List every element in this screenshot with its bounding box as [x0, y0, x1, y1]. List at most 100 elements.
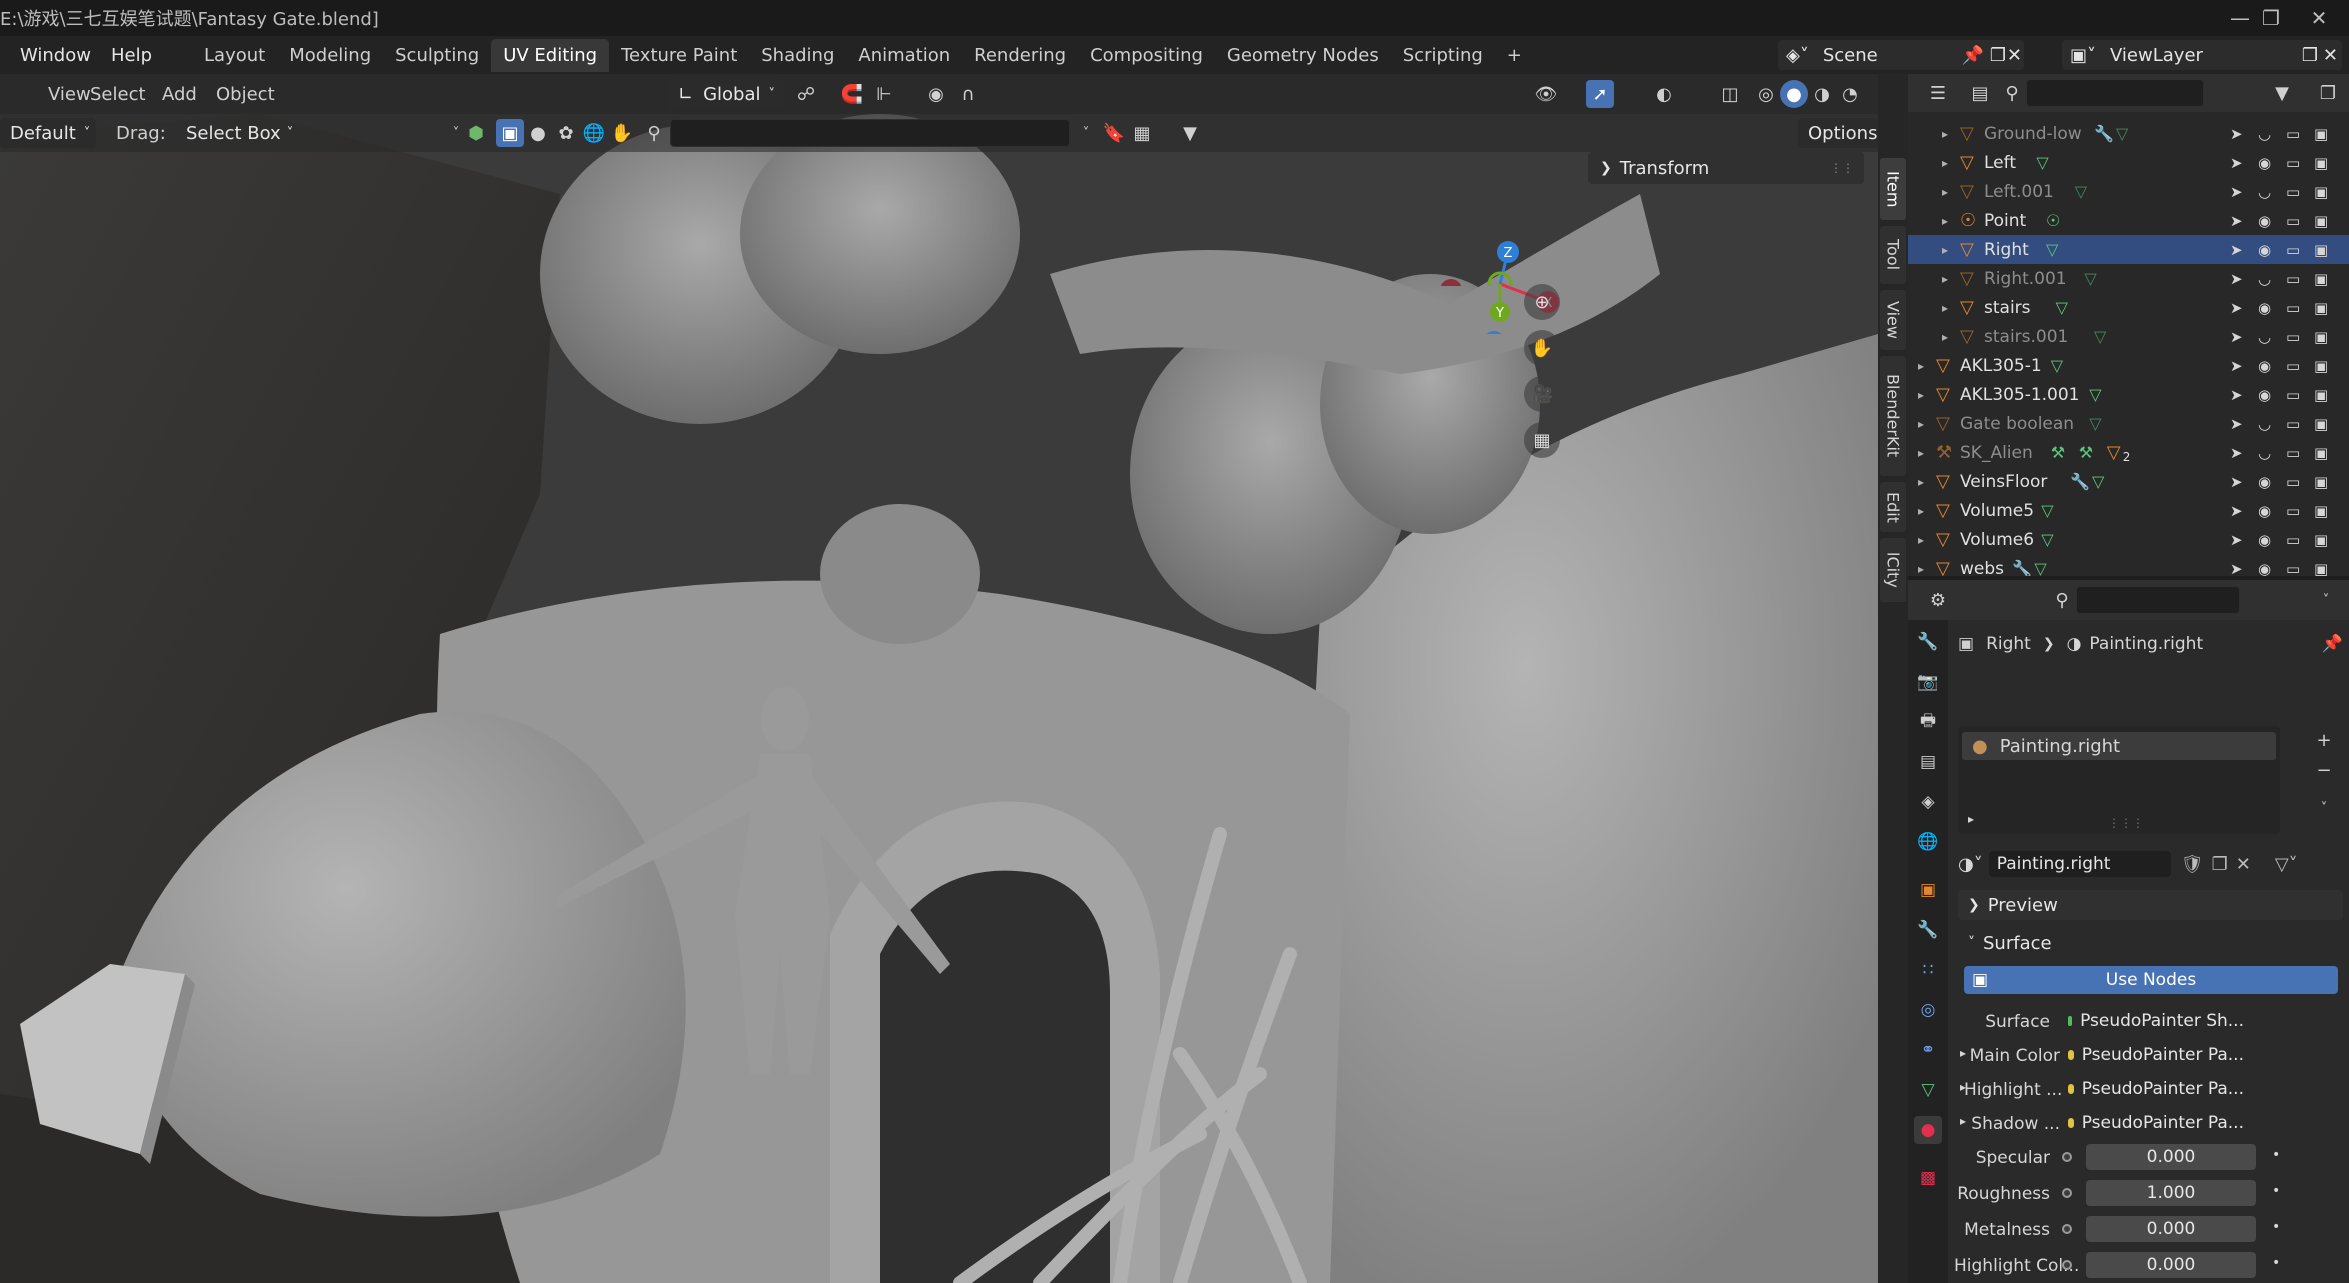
particles-icon[interactable]: ✿ — [552, 119, 580, 147]
outliner-row[interactable]: ▸ ▽ webs 🔧 ▽ ➤ ◉ ▭ ▣ — [1908, 554, 2349, 576]
socket-link-field[interactable]: PseudoPainter Sh... — [2060, 1008, 2244, 1034]
mesh-data-icon[interactable]: ▽ — [2034, 559, 2046, 576]
pose-icon[interactable]: ⚒ — [2079, 443, 2093, 462]
keyframe-dot-icon[interactable]: • — [2272, 1255, 2280, 1271]
snap-target-icon[interactable]: ⊩ — [870, 80, 898, 108]
texture-tab-icon[interactable]: ▩ — [1914, 1164, 1942, 1192]
overlay-icon[interactable]: ◐ — [1650, 80, 1678, 108]
transform-orientation-dropdown[interactable]: ∟ Global ˅ — [668, 79, 784, 109]
delete-view-layer-icon[interactable]: ✕ — [2323, 45, 2338, 66]
monitor-icon[interactable]: ▭ — [2286, 386, 2300, 404]
chevron-right-icon[interactable]: ▸ — [1968, 812, 1974, 826]
select-arrow-icon[interactable]: ➤ — [2230, 183, 2243, 201]
eye-icon[interactable]: ◡ — [2258, 328, 2271, 346]
tab-compositing[interactable]: Compositing — [1078, 39, 1215, 72]
socket-link-field[interactable]: PseudoPainter Pa... — [2060, 1110, 2244, 1136]
add-slot-icon[interactable]: + — [2310, 726, 2338, 754]
tab-uv-editing[interactable]: UV Editing — [491, 38, 610, 72]
drag-handle-icon[interactable]: ⋮⋮ — [1830, 161, 1854, 175]
menu-view[interactable]: View — [48, 84, 91, 105]
socket-link-field[interactable]: PseudoPainter Pa... — [2060, 1042, 2244, 1068]
camera-icon[interactable]: ▣ — [2314, 270, 2328, 288]
eye-icon[interactable]: ◡ — [2258, 183, 2271, 201]
expand-toggle-icon[interactable]: ▸ — [1937, 301, 1953, 315]
modifier-icon[interactable]: 🔧 — [2012, 559, 2032, 576]
display-icon[interactable]: ▦ — [1128, 119, 1156, 147]
material-shading-icon[interactable]: ◑ — [1808, 80, 1836, 108]
menu-select[interactable]: Select — [90, 84, 146, 105]
camera-icon[interactable]: ▣ — [2314, 473, 2328, 491]
outliner-row[interactable]: ▸ ▽ Gate boolean ▽ ➤ ◡ ▭ ▣ — [1908, 409, 2349, 438]
xray-icon[interactable]: ◫ — [1716, 80, 1744, 108]
asset-search-input[interactable] — [670, 119, 1070, 147]
monitor-icon[interactable]: ▭ — [2286, 531, 2300, 549]
material-name-field[interactable]: Painting.right — [1988, 851, 2171, 877]
monitor-icon[interactable]: ▭ — [2286, 270, 2300, 288]
render-tab-icon[interactable]: 📷 — [1914, 668, 1942, 696]
monitor-icon[interactable]: ▭ — [2286, 154, 2300, 172]
world-icon[interactable]: 🌐 — [580, 119, 608, 147]
modifier-tab-icon[interactable]: 🔧 — [1914, 916, 1942, 944]
select-arrow-icon[interactable]: ➤ — [2230, 270, 2243, 288]
wireframe-shading-icon[interactable]: ◎ — [1752, 80, 1780, 108]
select-arrow-icon[interactable]: ➤ — [2230, 125, 2243, 143]
eye-icon[interactable]: ◉ — [2258, 299, 2271, 317]
select-arrow-icon[interactable]: ➤ — [2230, 560, 2243, 577]
mesh-data-icon[interactable]: ▽ — [2036, 153, 2048, 172]
menu-help[interactable]: Help — [101, 45, 162, 66]
tab-lcity[interactable]: lCity — [1880, 538, 1906, 602]
expand-toggle-icon[interactable]: ▸ — [1960, 1080, 1966, 1094]
outliner-row[interactable]: ▸ ▽ Right.001 ▽ ➤ ◡ ▭ ▣ — [1908, 264, 2349, 293]
eye-icon[interactable]: ◡ — [2258, 270, 2271, 288]
outliner-search-input[interactable] — [2026, 79, 2204, 107]
snap-icon[interactable]: 🧲 — [838, 80, 866, 108]
expand-toggle-icon[interactable]: ▸ — [1913, 562, 1929, 576]
surface-section[interactable]: ˅ Surface — [1958, 928, 2343, 958]
tab-layout[interactable]: Layout — [192, 39, 277, 72]
properties-search-input[interactable] — [2076, 586, 2240, 614]
select-arrow-icon[interactable]: ➤ — [2230, 473, 2243, 491]
outliner-row[interactable]: ▸ ⚒ SK_Alien ⚒ ⚒ ▽ 2 ➤ ◡ ▭ ▣ — [1908, 438, 2349, 467]
outliner-row[interactable]: ▸ ▽ Right ▽ ➤ ◉ ▭ ▣ — [1908, 235, 2349, 264]
pan-hand-icon[interactable]: ✋ — [1524, 330, 1560, 366]
camera-icon[interactable]: ▣ — [2314, 386, 2328, 404]
select-arrow-icon[interactable]: ➤ — [2230, 357, 2243, 375]
resize-handle-icon[interactable]: ⋮⋮⋮ — [2108, 816, 2144, 830]
object-tab-icon[interactable]: ▣ — [1914, 876, 1942, 904]
monitor-icon[interactable]: ▭ — [2286, 473, 2300, 491]
keyframe-dot-icon[interactable]: • — [2272, 1183, 2280, 1199]
camera-icon[interactable]: ▣ — [2314, 241, 2328, 259]
use-nodes-button[interactable]: ▣ Use Nodes — [1964, 966, 2338, 994]
view-layer-selector[interactable]: ▣˅ ViewLayer ❐ ✕ — [2062, 40, 2342, 70]
expand-toggle-icon[interactable]: ▸ — [1960, 1114, 1966, 1128]
fake-user-icon[interactable]: 🛡 — [2181, 854, 2204, 875]
numeric-field[interactable]: 0.000 — [2086, 1252, 2256, 1278]
chevron-down-icon[interactable]: ˅ — [2310, 794, 2338, 822]
select-arrow-icon[interactable]: ➤ — [2230, 241, 2243, 259]
monitor-icon[interactable]: ▭ — [2286, 183, 2300, 201]
new-collection-icon[interactable]: ❐ — [2314, 79, 2342, 107]
tab-scripting[interactable]: Scripting — [1391, 39, 1495, 72]
expand-toggle-icon[interactable]: ▸ — [1913, 388, 1929, 402]
preview-section[interactable]: ❯ Preview — [1958, 890, 2343, 920]
outliner-row[interactable]: ▸ ▽ stairs.001 ▽ ➤ ◡ ▭ ▣ — [1908, 322, 2349, 351]
eye-icon[interactable]: ◉ — [2258, 560, 2271, 577]
eye-icon[interactable]: ◉ — [2258, 357, 2271, 375]
monitor-icon[interactable]: ▭ — [2286, 357, 2300, 375]
rendered-shading-icon[interactable]: ◔ — [1836, 80, 1864, 108]
constraints-tab-icon[interactable]: ⚭ — [1914, 1036, 1942, 1064]
duplicate-icon[interactable]: ❐ — [2212, 854, 2228, 875]
expand-toggle-icon[interactable]: ▸ — [1937, 156, 1953, 170]
world-tab-icon[interactable]: 🌐 — [1914, 828, 1942, 856]
tab-shading[interactable]: Shading — [749, 39, 846, 72]
monitor-icon[interactable]: ▭ — [2286, 415, 2300, 433]
mesh-data-icon[interactable]: ▽ — [2084, 269, 2096, 288]
menu-add[interactable]: Add — [162, 84, 197, 105]
new-scene-icon[interactable]: ❐ — [1990, 45, 2006, 66]
camera-icon[interactable]: ▣ — [2314, 299, 2328, 317]
select-arrow-icon[interactable]: ➤ — [2230, 328, 2243, 346]
expand-toggle-icon[interactable]: ▸ — [1913, 359, 1929, 373]
pin-icon[interactable]: 📌 — [1962, 45, 1984, 66]
outliner-row[interactable]: ▸ ▽ AKL305-1 ▽ ➤ ◉ ▭ ▣ — [1908, 351, 2349, 380]
expand-toggle-icon[interactable]: ▸ — [1913, 417, 1929, 431]
